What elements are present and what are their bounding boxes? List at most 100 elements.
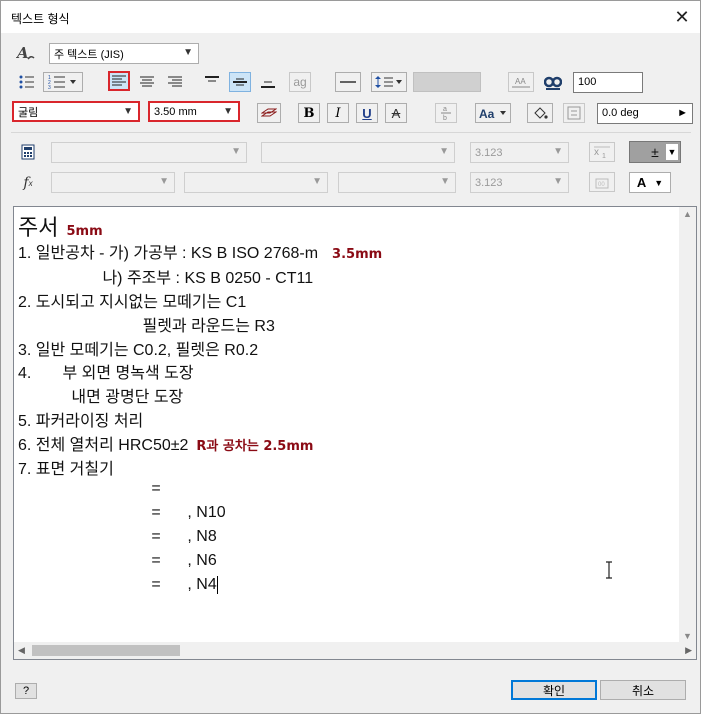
font-size-value: 3.50 mm xyxy=(154,105,197,118)
editor-line[interactable]: 5. 파커라이징 처리 xyxy=(18,407,143,431)
editor-line[interactable]: = xyxy=(18,480,161,498)
bold-button[interactable]: B xyxy=(298,103,320,123)
rotation-angle-input[interactable]: 0.0 deg ► xyxy=(597,103,693,124)
editor-line-text: 5. 파커라이징 처리 xyxy=(18,413,144,430)
width-scale-icon xyxy=(542,72,564,92)
line-spacing-dropdown[interactable] xyxy=(371,72,407,92)
align-right-button[interactable] xyxy=(164,72,186,92)
bullet-list-button[interactable] xyxy=(15,72,39,92)
underline-label: U xyxy=(362,105,372,121)
horizontal-scrollbar[interactable]: ◀ ▶ xyxy=(14,642,696,659)
text-color-dropdown[interactable]: A ▼ xyxy=(629,172,671,193)
svg-text:3: 3 xyxy=(48,85,51,89)
text-layer-button[interactable] xyxy=(257,103,281,123)
align-to-baseline-button[interactable]: ag xyxy=(289,72,311,92)
valign-bottom-button[interactable] xyxy=(257,72,279,92)
help-button[interactable]: ? xyxy=(15,683,37,699)
italic-button[interactable]: I xyxy=(327,103,349,123)
insert-parameter-button[interactable]: x1 xyxy=(589,142,615,162)
width-scale-input[interactable]: 100 xyxy=(573,72,643,93)
underline-button[interactable]: U xyxy=(356,103,378,123)
scroll-up-icon[interactable]: ▲ xyxy=(683,209,692,219)
ok-button[interactable]: 확인 xyxy=(511,680,597,700)
function-property-dropdown[interactable]: ▼ xyxy=(184,172,328,193)
chevron-down-icon: ▼ xyxy=(553,176,563,187)
align-left-button[interactable] xyxy=(108,71,130,91)
editor-line[interactable]: 6. 전체 열처리 HRC50±2 R과 공차는 2.5mm xyxy=(18,431,313,455)
italic-label: I xyxy=(335,105,341,121)
function-option-dropdown[interactable]: ▼ xyxy=(338,172,456,193)
chevron-down-icon: ▼ xyxy=(223,106,233,117)
editor-line[interactable]: 2. 도시되고 지시없는 모떼기는 C1 xyxy=(18,288,246,312)
editor-line[interactable]: = , N6 xyxy=(18,552,217,570)
svg-text:a: a xyxy=(443,106,447,113)
editor-line[interactable]: = , N8 xyxy=(18,528,216,546)
editor-line-text: 3. 일반 모떼기는 C0.2, 필렛은 R0.2 xyxy=(18,342,259,359)
rotation-angle-value: 0.0 deg xyxy=(602,107,639,119)
function-precision-dropdown[interactable]: 3.123 ▼ xyxy=(470,172,569,193)
chevron-down-icon: ▼ xyxy=(440,176,450,187)
editor-line[interactable]: 주서 5mm xyxy=(18,210,103,242)
cancel-label: 취소 xyxy=(631,683,655,698)
chevron-down-icon: ▼ xyxy=(312,176,322,187)
parameter-name-dropdown[interactable]: ▼ xyxy=(261,142,455,163)
scroll-left-icon[interactable]: ◀ xyxy=(18,645,25,656)
editor-line[interactable]: 7. 표면 거칠기 xyxy=(18,455,114,479)
scroll-down-icon[interactable]: ▼ xyxy=(683,631,692,641)
insert-function-button[interactable]: 00 xyxy=(589,172,615,192)
valign-top-button[interactable] xyxy=(201,72,223,92)
background-fill-button[interactable] xyxy=(563,103,585,123)
editor-line[interactable]: 3. 일반 모떼기는 C0.2, 필렛은 R0.2 xyxy=(18,336,258,360)
editor-line[interactable]: 1. 일반공차 - 가) 가공부 : KS B ISO 2768-m 3.5mm xyxy=(18,239,382,263)
function-precision-value: 3.123 xyxy=(475,176,503,189)
tolerance-symbol-dropdown[interactable]: ± ▼ xyxy=(629,141,681,163)
help-label: ? xyxy=(22,685,30,697)
align-ag-label: ag xyxy=(293,75,307,89)
svg-text:Aa: Aa xyxy=(479,107,495,120)
font-size-dropdown[interactable]: 3.50 mm ▼ xyxy=(148,101,240,122)
single-line-button[interactable] xyxy=(335,72,361,92)
horizontal-scroll-thumb[interactable] xyxy=(32,645,180,656)
text-editor[interactable]: 주서 5mm 1. 일반공차 - 가) 가공부 : KS B ISO 2768-m 3… xyxy=(13,206,697,660)
text-style-value: 주 텍스트 (JIS) xyxy=(54,48,124,61)
parameter-source-dropdown[interactable]: ▼ xyxy=(51,142,247,163)
chevron-down-icon: ▼ xyxy=(159,176,169,187)
dialog-title: 텍스트 형식 xyxy=(11,12,70,26)
editor-line-text: 7. 표면 거칠기 xyxy=(18,461,114,478)
chevron-down-icon: ▼ xyxy=(231,146,241,157)
align-center-button[interactable] xyxy=(136,72,158,92)
case-dropdown[interactable]: Aa xyxy=(475,103,511,123)
editor-line[interactable]: 4. 부 외면 명녹색 도장 xyxy=(18,359,194,383)
editor-line[interactable]: 나) 주조부 : KS B 0250 - CT11 xyxy=(18,264,313,288)
strikethrough-label: A xyxy=(391,105,401,121)
valign-middle-button[interactable] xyxy=(229,72,251,92)
vertical-scrollbar[interactable]: ▲ ▼ xyxy=(679,207,696,643)
caret xyxy=(216,576,218,594)
stack-fraction-button[interactable]: ab xyxy=(435,103,457,123)
strikethrough-button[interactable]: A xyxy=(385,103,407,123)
editor-line-text: = , N10 xyxy=(18,504,226,521)
editor-line[interactable]: = , N10 xyxy=(18,504,226,522)
cancel-button[interactable]: 취소 xyxy=(600,680,686,700)
editor-line-text: 2. 도시되고 지시없는 모떼기는 C1 xyxy=(18,294,247,311)
fill-color-button[interactable] xyxy=(527,103,553,123)
ok-label: 확인 xyxy=(542,683,566,698)
numbered-list-dropdown[interactable]: 123 xyxy=(43,72,83,92)
editor-line-text: = , N6 xyxy=(18,552,217,569)
chevron-down-icon: ▼ xyxy=(553,146,563,157)
scroll-right-icon[interactable]: ▶ xyxy=(685,645,692,656)
chevron-down-icon: ▼ xyxy=(439,146,449,157)
editor-line[interactable]: 필렛과 라운드는 R3 xyxy=(18,312,274,336)
close-icon[interactable]: ✕ xyxy=(668,3,696,31)
stretch-text-button[interactable]: AA xyxy=(508,72,534,92)
editor-line-text: = xyxy=(18,480,161,497)
function-category-dropdown[interactable]: ▼ xyxy=(51,172,175,193)
editor-line[interactable]: 내면 광명단 도장 xyxy=(18,383,183,407)
line-spacing-value-box xyxy=(413,72,481,92)
font-dropdown[interactable]: 굴림 ▼ xyxy=(12,101,140,122)
text-style-dropdown[interactable]: 주 텍스트 (JIS) ▼ xyxy=(49,43,199,64)
parameter-precision-dropdown[interactable]: 3.123 ▼ xyxy=(470,142,569,163)
editor-line-text: 나) 주조부 : KS B 0250 - CT11 xyxy=(18,270,314,287)
editor-line[interactable]: = , N4 xyxy=(18,576,218,594)
toolbar-divider xyxy=(11,132,691,133)
